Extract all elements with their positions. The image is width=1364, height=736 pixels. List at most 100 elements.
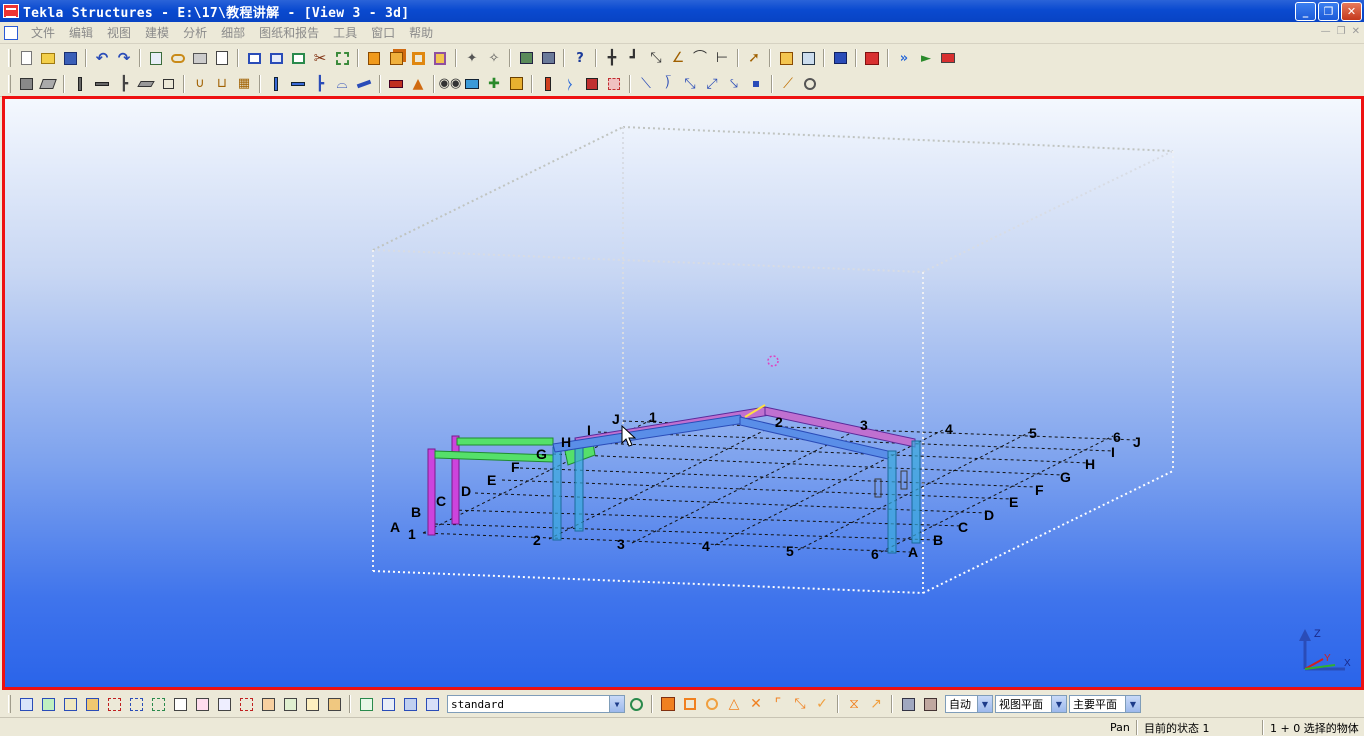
- macro-icon[interactable]: »: [893, 47, 915, 69]
- snap-switch-icon[interactable]: [919, 693, 941, 715]
- dim-arc-icon[interactable]: ⤢: [701, 73, 723, 95]
- page-icon[interactable]: [211, 47, 233, 69]
- snap-centers-icon[interactable]: △: [723, 693, 745, 715]
- main-plane-select[interactable]: 主要平面 ▼: [1069, 695, 1141, 713]
- snap-intersections-icon[interactable]: ⌜: [767, 693, 789, 715]
- new-model-icon[interactable]: [15, 47, 37, 69]
- numbering-icon[interactable]: [797, 47, 819, 69]
- component-catalog-icon[interactable]: [537, 47, 559, 69]
- assembly-icon[interactable]: [385, 47, 407, 69]
- menu-model[interactable]: 建模: [138, 24, 176, 41]
- mdi-minimize-icon[interactable]: —: [1321, 26, 1331, 37]
- polybeam-icon[interactable]: ┣: [113, 73, 135, 95]
- select-parts-icon[interactable]: [59, 693, 81, 715]
- menu-help[interactable]: 帮助: [402, 24, 440, 41]
- select-all-icon[interactable]: [15, 693, 37, 715]
- curved-beam-icon[interactable]: ⌓: [331, 73, 353, 95]
- chevron-down-icon[interactable]: ▼: [1125, 696, 1140, 712]
- measure-icon[interactable]: ⊢: [711, 47, 733, 69]
- scissors-icon[interactable]: ✂: [309, 47, 331, 69]
- select-grid-icon[interactable]: [125, 693, 147, 715]
- tekla-logo-icon[interactable]: [3, 4, 19, 18]
- menu-detailing[interactable]: 细部: [214, 24, 252, 41]
- help-icon[interactable]: ?: [569, 47, 591, 69]
- print-icon[interactable]: [189, 47, 211, 69]
- view-window-icon[interactable]: [243, 47, 265, 69]
- twin-profile-icon[interactable]: [385, 73, 407, 95]
- view-properties-icon[interactable]: [287, 47, 309, 69]
- grid-line-icon[interactable]: ┛: [623, 47, 645, 69]
- eraser-icon[interactable]: [37, 73, 59, 95]
- beam-icon[interactable]: [91, 73, 113, 95]
- select-objects-in-assemblies-icon[interactable]: [421, 693, 443, 715]
- menu-tools[interactable]: 工具: [326, 24, 364, 41]
- close-button[interactable]: ✕: [1341, 2, 1362, 21]
- snap-line-extensions-icon[interactable]: ✓: [811, 693, 833, 715]
- chevron-down-icon[interactable]: ▼: [977, 696, 992, 712]
- model-scene[interactable]: A B C D E F G H I J 1 2 3 4 5 6 1 2 3 4: [5, 99, 1361, 687]
- document-icon[interactable]: [4, 25, 18, 40]
- menu-view[interactable]: 视图: [100, 24, 138, 41]
- snap-override-icon[interactable]: [897, 693, 919, 715]
- surface-treatment-icon[interactable]: [505, 73, 527, 95]
- slab-icon[interactable]: [135, 73, 157, 95]
- column-2-left[interactable]: [552, 446, 562, 541]
- snap-nearest-icon[interactable]: ↗: [865, 693, 887, 715]
- snap-end-points-icon[interactable]: [701, 693, 723, 715]
- hatch-icon[interactable]: ▦: [233, 73, 255, 95]
- steel-polybeam-icon[interactable]: ┣: [309, 73, 331, 95]
- steel-column-icon[interactable]: [265, 73, 287, 95]
- select-single-bolt-icon[interactable]: [257, 693, 279, 715]
- column-2-right[interactable]: [574, 438, 584, 532]
- grid-icon[interactable]: ╋: [601, 47, 623, 69]
- chevron-down-icon[interactable]: ▼: [609, 696, 624, 712]
- construction-circle-icon[interactable]: [799, 73, 821, 95]
- select-components-only-icon[interactable]: [377, 693, 399, 715]
- column-6-back[interactable]: [911, 440, 921, 544]
- crop-icon[interactable]: [331, 47, 353, 69]
- column-icon[interactable]: [69, 73, 91, 95]
- filter-settings-icon[interactable]: [625, 693, 647, 715]
- arc-icon[interactable]: ⌒: [689, 47, 711, 69]
- angle-icon[interactable]: ∠: [667, 47, 689, 69]
- mdi-close-icon[interactable]: ✕: [1352, 26, 1360, 37]
- dim-angle-icon[interactable]: ⟌: [657, 73, 679, 95]
- snap-reference-lines-icon[interactable]: [657, 693, 679, 715]
- part-orange-icon[interactable]: [363, 47, 385, 69]
- model-view-3d[interactable]: A B C D E F G H I J 1 2 3 4 5 6 1 2 3 4: [2, 96, 1364, 690]
- binoculars-icon[interactable]: ◉◉: [439, 73, 462, 95]
- dimension-icon[interactable]: ⤡: [645, 47, 667, 69]
- redo-icon[interactable]: ↷: [113, 47, 135, 69]
- select-assemblies-icon[interactable]: [399, 693, 421, 715]
- select-cuts-icon[interactable]: [191, 693, 213, 715]
- select-distance-icon[interactable]: [323, 693, 345, 715]
- dim-line-icon[interactable]: ⟍: [635, 73, 657, 95]
- snap-perpendicular-icon[interactable]: ⤡: [789, 693, 811, 715]
- brace-plate-2[interactable]: [900, 470, 908, 490]
- select-components-icon[interactable]: [103, 693, 125, 715]
- open-model-icon[interactable]: [37, 47, 59, 69]
- panel-icon[interactable]: [157, 73, 179, 95]
- select-reinforcing-icon[interactable]: [279, 693, 301, 715]
- menu-edit[interactable]: 编辑: [62, 24, 100, 41]
- snap-any-position-icon[interactable]: ⧖: [843, 693, 865, 715]
- select-objects-in-components-icon[interactable]: [355, 693, 377, 715]
- steel-beam-icon[interactable]: [287, 73, 309, 95]
- orthogonal-beam-icon[interactable]: [353, 73, 375, 95]
- select-surfaces-icon[interactable]: [81, 693, 103, 715]
- auto-mode-select[interactable]: 自动 ▼: [945, 695, 993, 713]
- pad-footing-icon[interactable]: ▲: [407, 73, 429, 95]
- copy-icon[interactable]: [145, 47, 167, 69]
- bolt-icon[interactable]: ∪: [189, 73, 211, 95]
- column-6-front[interactable]: [887, 450, 897, 554]
- link-icon[interactable]: [167, 47, 189, 69]
- column-1B[interactable]: [451, 435, 460, 525]
- line-cut-icon[interactable]: [603, 73, 625, 95]
- select-assembly-icon[interactable]: ✧: [483, 47, 505, 69]
- menu-drawings-reports[interactable]: 图纸和报告: [252, 24, 326, 41]
- chevron-down-icon[interactable]: ▼: [1051, 696, 1066, 712]
- menu-file[interactable]: 文件: [24, 24, 62, 41]
- tekla-online-icon[interactable]: [861, 47, 883, 69]
- save-icon[interactable]: [59, 47, 81, 69]
- component-icon[interactable]: [515, 47, 537, 69]
